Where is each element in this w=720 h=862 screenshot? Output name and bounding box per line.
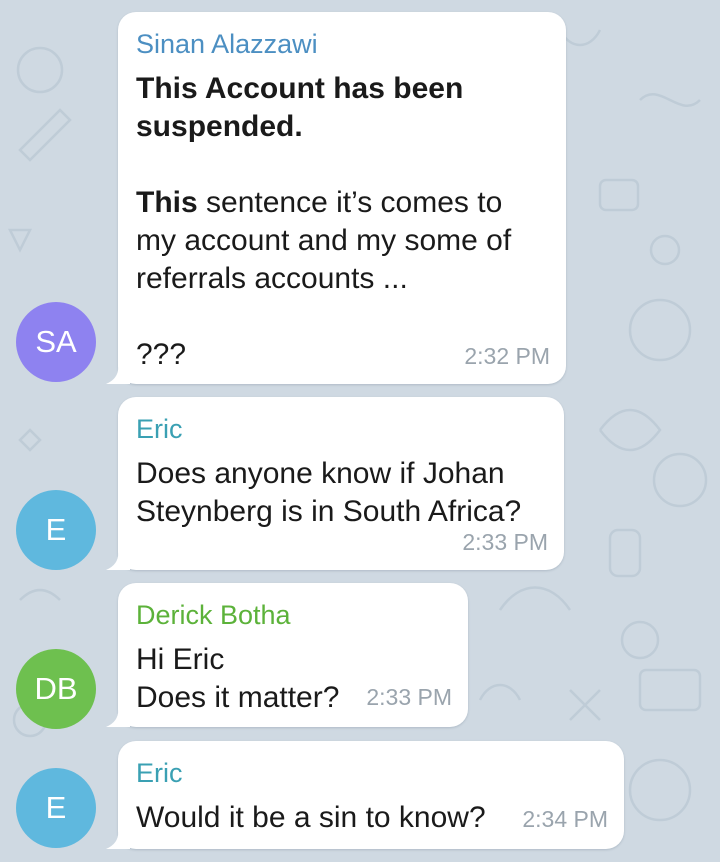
- message-text: This Account has been suspended. This se…: [136, 70, 548, 374]
- avatar[interactable]: DB: [16, 649, 96, 729]
- message-bubble[interactable]: Derick Botha Hi Eric Does it matter? 2:3…: [106, 583, 468, 727]
- message-text-line: Hi Eric: [136, 643, 225, 676]
- message-text: Does anyone know if Johan Steynberg is i…: [136, 457, 522, 528]
- message-timestamp: 2:34 PM: [522, 806, 608, 832]
- sender-name[interactable]: Derick Botha: [136, 599, 450, 631]
- message-timestamp: 2:33 PM: [366, 684, 452, 710]
- message-bubble[interactable]: Eric Would it be a sin to know? 2:34 PM: [106, 741, 624, 849]
- avatar-initials: SA: [35, 324, 77, 359]
- sender-name[interactable]: Eric: [136, 757, 606, 789]
- bubble-tail: [106, 550, 130, 570]
- message-timestamp: 2:32 PM: [464, 343, 550, 369]
- avatar[interactable]: SA: [16, 302, 96, 382]
- message-bubble[interactable]: Sinan Alazzawi This Account has been sus…: [106, 12, 566, 384]
- message-text-line: This sentence it’s comes to my account a…: [136, 184, 548, 298]
- bubble-tail: [106, 364, 130, 384]
- bubble-tail: [106, 707, 130, 727]
- message-timestamp: 2:33 PM: [462, 529, 548, 555]
- message-text-line: This Account has been suspended.: [136, 72, 464, 143]
- avatar[interactable]: E: [16, 768, 96, 848]
- avatar-initials: E: [45, 512, 67, 547]
- message-bubble[interactable]: Eric Does anyone know if Johan Steynberg…: [106, 397, 564, 570]
- sender-name[interactable]: Eric: [136, 413, 546, 445]
- bold-word: This: [136, 186, 198, 219]
- avatar[interactable]: E: [16, 490, 96, 570]
- bubble-tail: [106, 829, 130, 849]
- avatar-initials: DB: [34, 671, 78, 706]
- avatar-initials: E: [45, 790, 67, 825]
- sender-name[interactable]: Sinan Alazzawi: [136, 28, 548, 60]
